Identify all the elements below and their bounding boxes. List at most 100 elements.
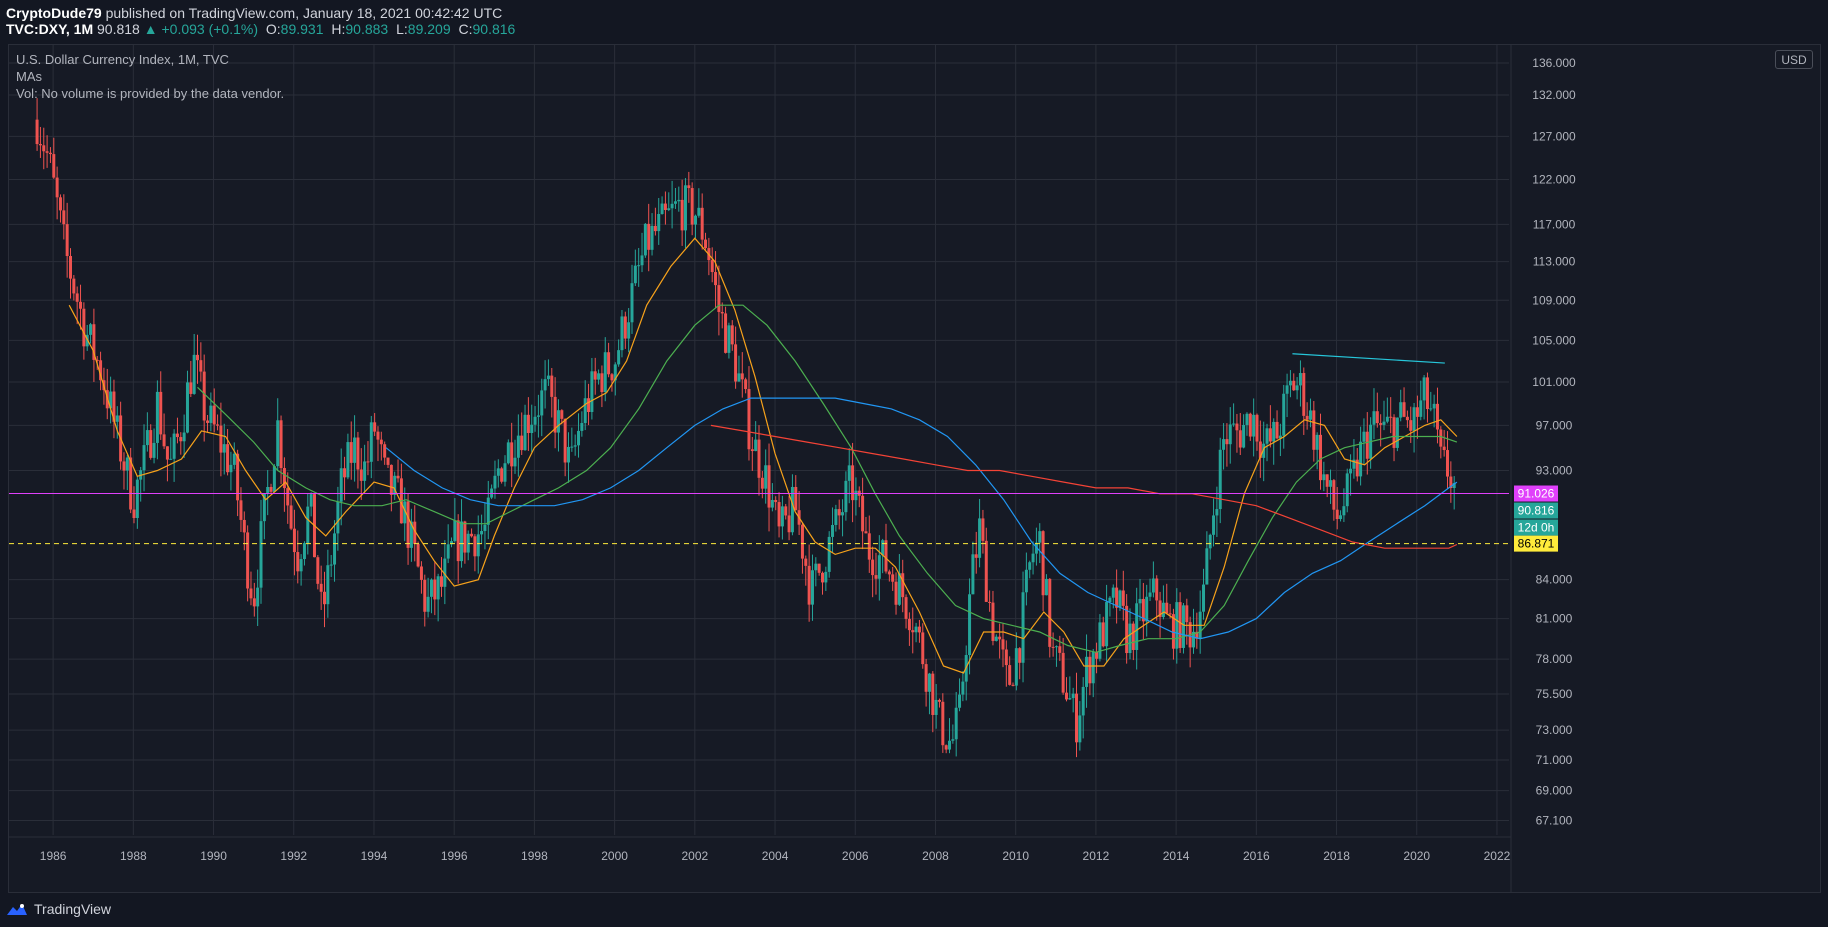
price-chart[interactable]: 1986 1988 1990 1992 1994 1996 1998 2000 2002 2004…	[9, 45, 1820, 892]
candle-body	[760, 477, 764, 489]
author-name[interactable]: CryptoDude79	[6, 5, 102, 21]
candle-body	[75, 293, 79, 302]
candle-body	[1402, 402, 1406, 417]
candle-body	[1255, 414, 1259, 442]
candle-body	[172, 433, 176, 459]
candle-body	[944, 745, 948, 750]
candle-body	[175, 433, 179, 438]
candle-body	[473, 536, 477, 557]
candle-body	[1018, 648, 1022, 663]
time-axis-label: 2012	[1083, 849, 1110, 863]
candle-body	[299, 559, 303, 572]
legend-volume[interactable]: Vol: No volume is provided by the data v…	[16, 85, 284, 102]
candle-body	[941, 701, 945, 746]
candle-body	[1078, 715, 1082, 743]
candle-body	[1288, 380, 1292, 386]
legend-mas[interactable]: MAs	[16, 68, 284, 85]
price-change: ▲ +0.093 (+0.1%)	[143, 21, 258, 37]
candle-body	[406, 501, 410, 548]
candle-body	[513, 457, 517, 467]
candle-body	[948, 740, 952, 750]
candle-body	[897, 573, 901, 605]
legend-title[interactable]: U.S. Dollar Currency Index, 1M, TVC	[16, 51, 284, 68]
candle-body	[510, 442, 514, 467]
candle-body	[1081, 686, 1085, 716]
candle-body	[456, 520, 460, 562]
candle-body	[610, 374, 614, 381]
candle-body	[1379, 423, 1383, 425]
price-axis-label: 84.000	[1536, 573, 1573, 587]
candle-body	[1329, 480, 1333, 487]
candle-body	[226, 444, 230, 473]
chart-panel[interactable]: 1986 1988 1990 1992 1994 1996 1998 2000 2002 2004…	[8, 44, 1821, 893]
candle-body	[326, 565, 330, 605]
price-axis-label: 113.000	[1533, 255, 1576, 269]
candle-body	[369, 422, 373, 462]
time-axis-label: 2018	[1323, 849, 1350, 863]
candle-body	[1412, 407, 1416, 431]
candle-body	[266, 486, 270, 494]
candle-body	[383, 444, 387, 458]
candle-body	[125, 457, 129, 471]
candle-body	[1061, 652, 1065, 693]
candle-body	[1238, 430, 1242, 448]
time-axis-label: 2022	[1484, 849, 1511, 863]
time-axis-label: 2008	[922, 849, 949, 863]
candle-body	[1085, 656, 1089, 687]
candle-body	[951, 739, 955, 741]
candle-body	[306, 506, 310, 544]
candle-body	[984, 540, 988, 602]
candle-body	[991, 602, 995, 641]
candle-body	[155, 391, 159, 443]
candle-body	[1235, 423, 1239, 431]
tradingview-brand[interactable]: TradingView	[6, 898, 111, 920]
candle-body	[824, 571, 828, 583]
candle-body	[38, 144, 42, 146]
candle-body	[1111, 587, 1115, 598]
candle-body	[583, 398, 587, 424]
candle-body	[1175, 602, 1179, 649]
candle-body	[386, 457, 390, 465]
candle-body	[1028, 562, 1032, 570]
chart-legend: U.S. Dollar Currency Index, 1M, TVC MAs …	[16, 51, 284, 102]
candle-body	[924, 664, 928, 692]
candle-body	[620, 316, 624, 351]
candle-body	[690, 188, 694, 225]
candle-body	[627, 322, 631, 339]
candle-body	[216, 424, 220, 426]
candle-body	[1215, 509, 1219, 516]
candle-body	[486, 497, 490, 525]
candle-body	[810, 570, 814, 605]
symbol-label[interactable]: TVC:DXY, 1M	[6, 21, 93, 37]
candle-body	[1342, 506, 1346, 516]
candle-body	[1265, 428, 1269, 444]
candle-body	[1446, 450, 1450, 477]
candle-body	[42, 145, 46, 152]
candle-body	[1315, 434, 1319, 450]
candle-body	[647, 223, 651, 250]
candle-body	[339, 468, 343, 502]
candle-body	[1105, 602, 1109, 647]
candle-body	[724, 313, 728, 353]
candle-body	[1101, 622, 1105, 647]
candle-body	[1252, 414, 1256, 437]
candle-body	[349, 442, 353, 463]
candle-body	[1268, 428, 1272, 442]
candle-body	[1128, 623, 1132, 654]
candle-body	[470, 533, 474, 537]
candle-body	[239, 500, 243, 520]
candle-body	[1181, 605, 1185, 648]
candle-body	[901, 573, 905, 598]
low-value: 89.209	[407, 21, 451, 37]
candle-body	[1161, 602, 1165, 618]
candle-body	[1071, 693, 1075, 699]
candle-body	[851, 465, 855, 501]
candle-body	[1245, 413, 1249, 425]
candle-body	[881, 540, 885, 556]
candle-body	[189, 382, 193, 394]
close-value: 90.816	[472, 21, 516, 37]
currency-badge[interactable]: USD	[1775, 50, 1813, 69]
time-axis-label: 1994	[361, 849, 388, 863]
candle-body	[1001, 639, 1005, 650]
time-axis-label: 2002	[681, 849, 708, 863]
